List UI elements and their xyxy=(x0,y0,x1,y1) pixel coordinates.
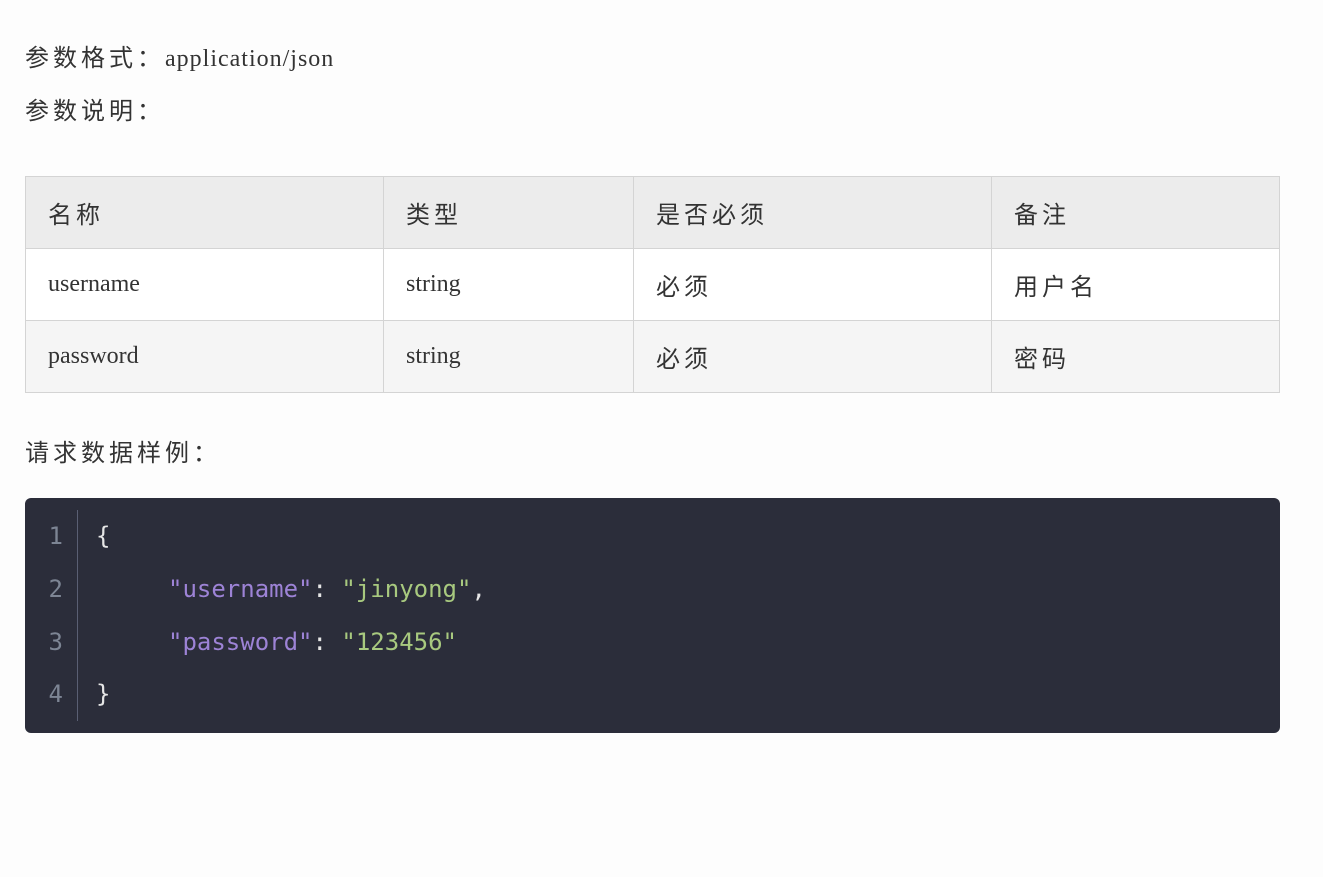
table-row: username string 必须 用户名 xyxy=(26,249,1280,321)
code-line: 3 "password": "123456" xyxy=(25,616,1280,669)
cell-type: string xyxy=(384,249,634,321)
param-desc-label: 参数说明： xyxy=(25,91,1298,126)
param-format-value: application/json xyxy=(165,46,334,72)
table-row: password string 必须 密码 xyxy=(26,321,1280,393)
param-format-label: 参数格式： xyxy=(25,46,165,72)
param-format-line: 参数格式：application/json xyxy=(25,38,1298,73)
line-number: 2 xyxy=(25,563,77,616)
cell-name: username xyxy=(26,249,384,321)
code-line: 4 } xyxy=(25,668,1280,721)
col-name: 名称 xyxy=(26,177,384,249)
code-content: "username": "jinyong", xyxy=(78,563,486,616)
line-number: 1 xyxy=(25,510,77,563)
cell-remark: 用户名 xyxy=(992,249,1280,321)
col-type: 类型 xyxy=(384,177,634,249)
cell-required: 必须 xyxy=(634,249,992,321)
params-table: 名称 类型 是否必须 备注 username string 必须 用户名 pas… xyxy=(25,176,1280,393)
line-number: 4 xyxy=(25,668,77,721)
col-required: 是否必须 xyxy=(634,177,992,249)
col-remark: 备注 xyxy=(992,177,1280,249)
sample-label: 请求数据样例： xyxy=(25,433,1298,468)
table-header-row: 名称 类型 是否必须 备注 xyxy=(26,177,1280,249)
code-content: "password": "123456" xyxy=(78,616,457,669)
cell-required: 必须 xyxy=(634,321,992,393)
code-content: { xyxy=(78,510,110,563)
cell-name: password xyxy=(26,321,384,393)
code-line: 1 { xyxy=(25,510,1280,563)
code-content: } xyxy=(78,668,110,721)
code-block: 1 { 2 "username": "jinyong", 3 "password… xyxy=(25,498,1280,733)
cell-remark: 密码 xyxy=(992,321,1280,393)
cell-type: string xyxy=(384,321,634,393)
line-number: 3 xyxy=(25,616,77,669)
code-line: 2 "username": "jinyong", xyxy=(25,563,1280,616)
